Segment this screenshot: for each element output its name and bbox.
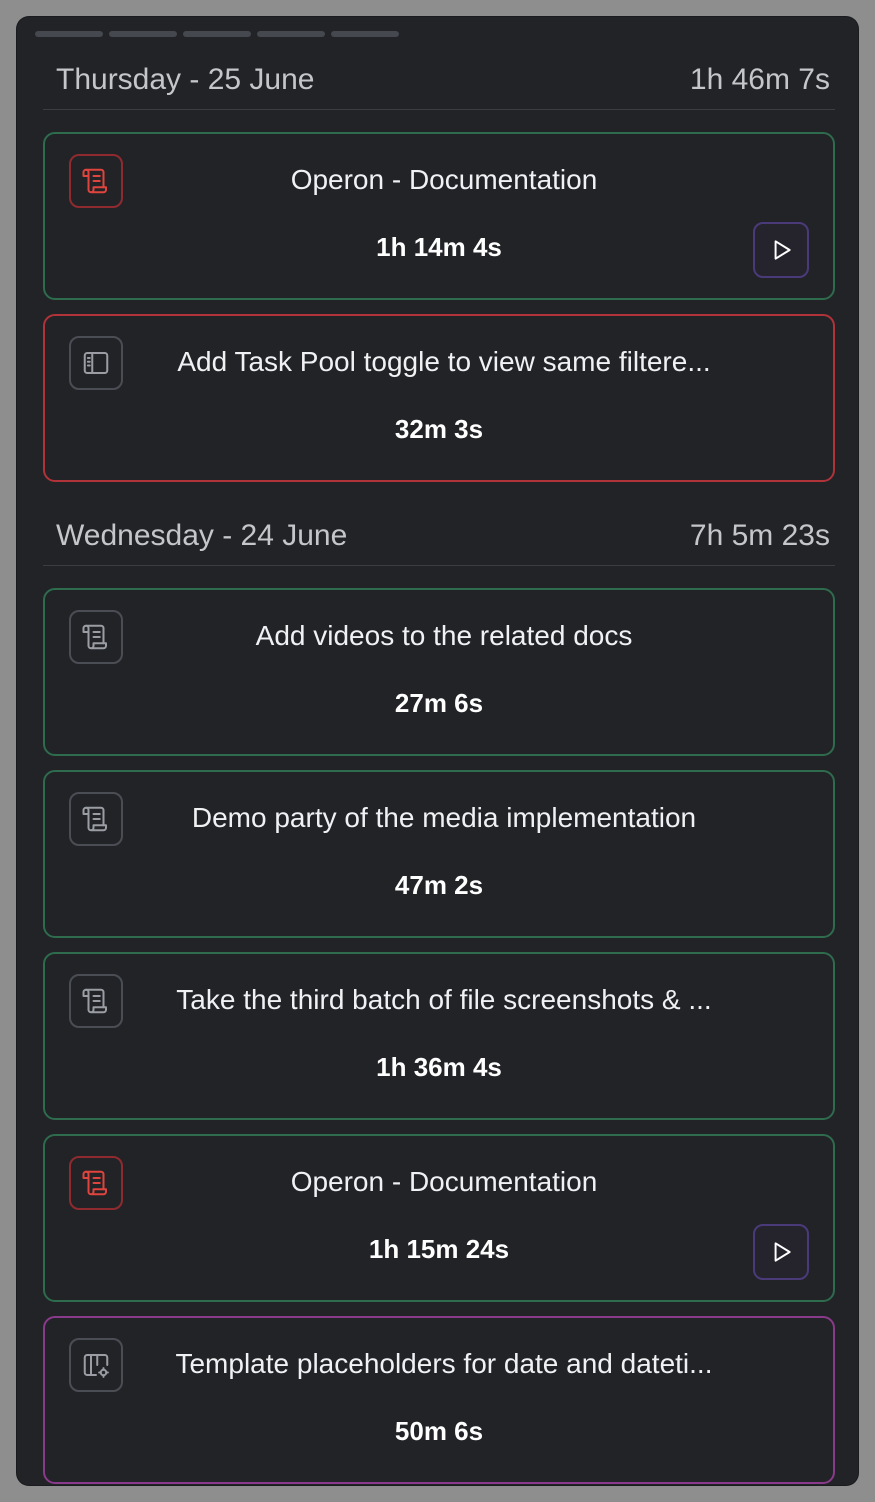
progress-segment [183, 31, 251, 37]
time-entry[interactable]: Add videos to the related docs 27m 6s [43, 588, 835, 756]
entry-title: Add Task Pool toggle to view same filter… [177, 346, 711, 377]
day-header: Thursday - 25 June 1h 46m 7s [43, 51, 835, 110]
day-total: 7h 5m 23s [689, 519, 830, 552]
entry-duration: 32m 3s [394, 414, 484, 444]
play-button[interactable] [753, 222, 809, 278]
entry-title: Demo party of the media implementation [191, 802, 697, 833]
day-label: Wednesday - 24 June [56, 519, 348, 552]
time-entry[interactable]: Operon - Documentation 1h 15m 24s [43, 1134, 835, 1302]
time-log-panel: Thursday - 25 June 1h 46m 7s Operon - Do… [17, 17, 858, 1485]
entry-title: Operon - Documentation [290, 164, 598, 195]
entry-duration: 1h 36m 4s [376, 1052, 502, 1082]
day-group-wednesday: Wednesday - 24 June 7h 5m 23s Add videos… [43, 507, 835, 1484]
scroll-icon [69, 792, 123, 846]
scroll-icon [69, 974, 123, 1028]
time-entry[interactable]: Template placeholders for date and datet… [43, 1316, 835, 1484]
scroll-icon [69, 1156, 123, 1210]
play-icon [774, 240, 791, 260]
progress-segment [35, 31, 103, 37]
scroll-icon [69, 610, 123, 664]
time-entry[interactable]: Demo party of the media implementation 4… [43, 770, 835, 938]
progress-segment [109, 31, 177, 37]
day-total: 1h 46m 7s [689, 63, 830, 96]
entry-title: Take the third batch of file screenshots… [176, 984, 712, 1015]
entry-duration: 27m 6s [394, 688, 484, 718]
day-label: Thursday - 25 June [56, 63, 315, 96]
day-group-thursday: Thursday - 25 June 1h 46m 7s Operon - Do… [43, 51, 835, 482]
entry-title: Operon - Documentation [290, 1166, 598, 1197]
time-entry[interactable]: Add Task Pool toggle to view same filter… [43, 314, 835, 482]
time-entry[interactable]: Operon - Documentation 1h 14m 4s [43, 132, 835, 300]
entry-duration: 50m 6s [394, 1416, 484, 1446]
entry-duration: 47m 2s [394, 870, 484, 900]
scroll-icon [69, 154, 123, 208]
entry-duration: 1h 14m 4s [376, 232, 502, 262]
day-header: Wednesday - 24 June 7h 5m 23s [43, 507, 835, 566]
progress-segment [257, 31, 325, 37]
play-button[interactable] [753, 1224, 809, 1280]
entry-title: Template placeholders for date and datet… [175, 1348, 713, 1379]
play-icon [774, 1242, 791, 1262]
progress-segments [35, 31, 399, 37]
progress-segment [331, 31, 399, 37]
entry-duration: 1h 15m 24s [368, 1234, 510, 1264]
entry-title: Add videos to the related docs [255, 620, 633, 651]
sidebar-panel-icon [69, 336, 123, 390]
layout-settings-icon [69, 1338, 123, 1392]
time-entry[interactable]: Take the third batch of file screenshots… [43, 952, 835, 1120]
